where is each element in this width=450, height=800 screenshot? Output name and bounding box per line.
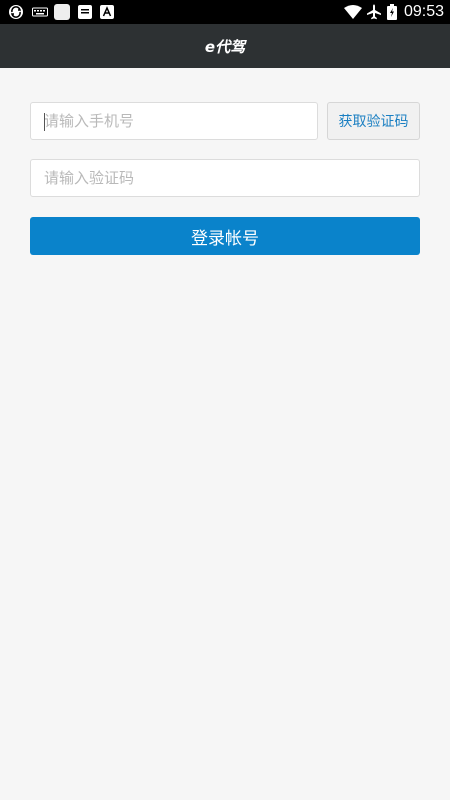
text-cursor [44,113,45,131]
phone-field [30,102,318,140]
phone-input[interactable] [31,103,317,139]
app-square-icon [54,4,70,20]
app-header: e代驾 [0,24,450,68]
battery-icon [387,4,397,20]
message-icon [78,4,92,20]
status-bar: 09:53 [0,0,450,24]
status-time: 09:53 [403,3,444,20]
get-code-button[interactable]: 获取验证码 [327,102,420,140]
wifi-icon [344,4,362,20]
a-font-icon [100,4,114,20]
code-field [30,159,420,197]
app-title: e代驾 [204,37,246,56]
airplane-icon [366,4,382,20]
sync-icon [8,4,24,20]
login-button[interactable]: 登录帐号 [30,217,420,255]
code-input[interactable] [31,160,419,196]
keyboard-icon [32,4,48,20]
